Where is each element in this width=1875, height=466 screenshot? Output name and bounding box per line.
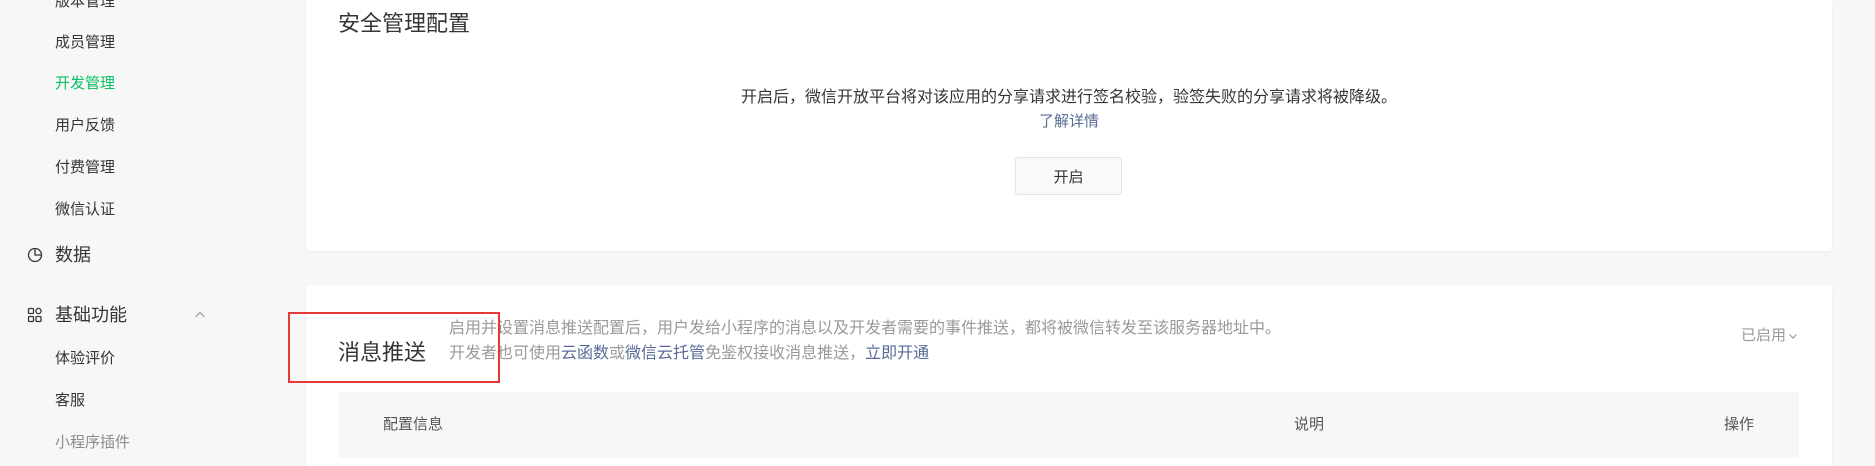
cloud-hosting-link[interactable]: 微信云托管 xyxy=(625,345,705,362)
column-header-description: 说明 xyxy=(1294,416,1325,433)
alt-description-suffix: 免鉴权接收消息推送， xyxy=(705,345,866,362)
grid-icon xyxy=(27,307,43,323)
status-label: 已启用 xyxy=(1741,327,1787,344)
learn-more-row: 了解详情 xyxy=(306,112,1832,132)
sidebar-item-experience-rating[interactable]: 体验评价 xyxy=(55,349,115,369)
sidebar-item-user-feedback[interactable]: 用户反馈 xyxy=(55,116,115,136)
sidebar-item-member-management[interactable]: 成员管理 xyxy=(55,33,115,53)
sidebar-item-wechat-verification[interactable]: 微信认证 xyxy=(55,200,115,220)
enable-now-link[interactable]: 立即开通 xyxy=(865,345,929,362)
sidebar-item-payment-management[interactable]: 付费管理 xyxy=(55,158,115,178)
sidebar-section-basic-features[interactable]: 基础功能 xyxy=(55,303,127,327)
config-table-header: 配置信息 说明 操作 xyxy=(338,392,1799,458)
chevron-down-icon xyxy=(1789,334,1797,339)
sidebar-item-version-management[interactable]: 版本管理 xyxy=(55,0,115,12)
alt-description-prefix: 开发者也可使用 xyxy=(449,345,562,362)
message-push-alt-description: 开发者也可使用云函数或微信云托管免鉴权接收消息推送，立即开通 xyxy=(449,344,929,364)
sidebar-item-development-management[interactable]: 开发管理 xyxy=(55,74,115,94)
chevron-up-icon[interactable] xyxy=(194,309,206,321)
message-push-title: 消息推送 xyxy=(338,340,427,365)
cloud-function-link[interactable]: 云函数 xyxy=(561,345,609,362)
page: 版本管理 成员管理 开发管理 用户反馈 付费管理 微信认证 数据 基础功能 体验… xyxy=(0,0,1875,466)
message-push-description: 启用并设置消息推送配置后，用户发给小程序的消息以及开发者需要的事件推送，都将被微… xyxy=(449,320,1282,337)
sidebar-item-customer-service[interactable]: 客服 xyxy=(55,391,85,411)
column-header-actions: 操作 xyxy=(1724,416,1755,433)
sidebar-section-data[interactable]: 数据 xyxy=(55,243,91,267)
status-dropdown[interactable]: 已启用 xyxy=(1741,326,1798,346)
security-config-title: 安全管理配置 xyxy=(338,11,471,36)
message-push-card: 消息推送 启用并设置消息推送配置后，用户发给小程序的消息以及开发者需要的事件推送… xyxy=(306,285,1832,466)
enable-security-button[interactable]: 开启 xyxy=(1015,157,1122,195)
pie-chart-icon xyxy=(27,247,43,263)
sidebar-item-mini-program-plugins[interactable]: 小程序插件 xyxy=(55,433,130,453)
alt-description-or: 或 xyxy=(609,345,626,362)
learn-more-link[interactable]: 了解详情 xyxy=(1039,113,1099,130)
column-header-config-info: 配置信息 xyxy=(383,416,444,433)
security-description: 开启后，微信开放平台将对该应用的分享请求进行签名校验，验签失败的分享请求将被降级… xyxy=(740,89,1397,106)
sidebar: 版本管理 成员管理 开发管理 用户反馈 付费管理 微信认证 数据 基础功能 体验… xyxy=(0,0,240,466)
security-config-card: 安全管理配置 开启后，微信开放平台将对该应用的分享请求进行签名校验，验签失败的分… xyxy=(306,0,1832,251)
